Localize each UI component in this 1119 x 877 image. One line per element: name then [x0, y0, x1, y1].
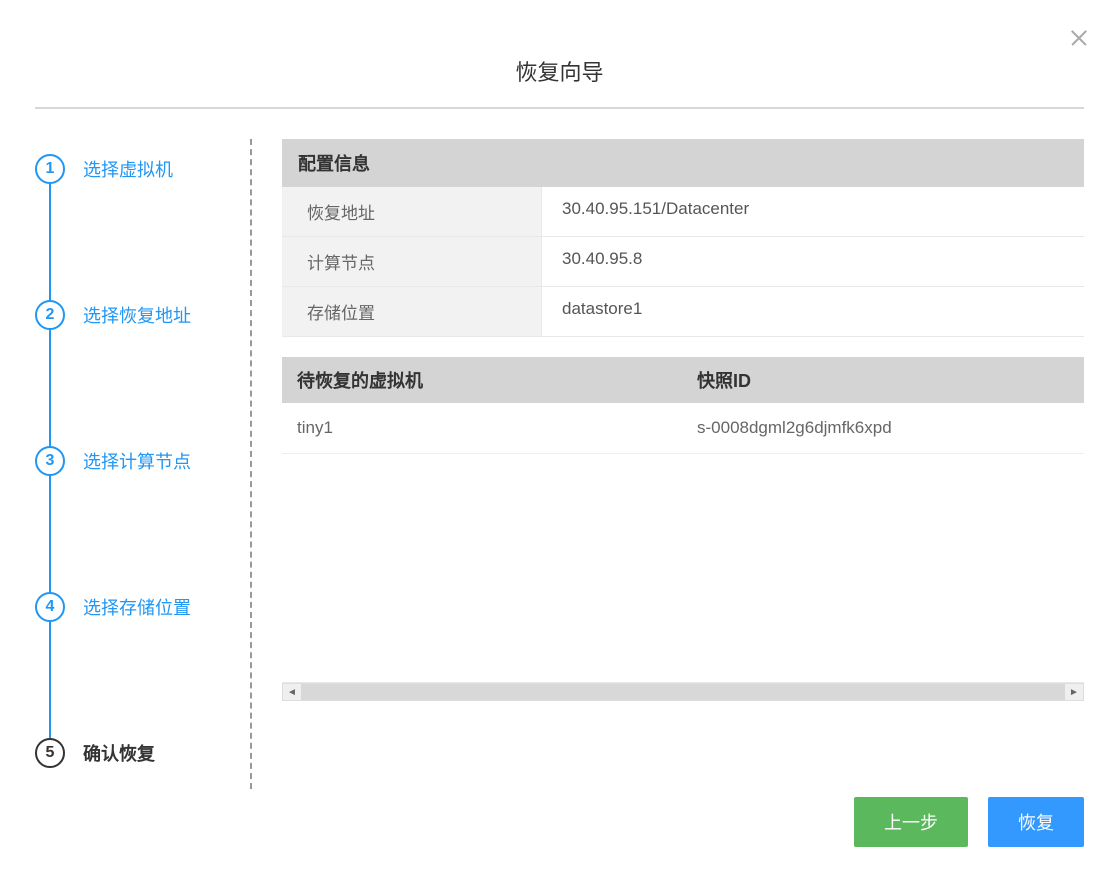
vm-table-header: 待恢复的虚拟机 快照ID: [282, 357, 1084, 403]
step-select-compute-node[interactable]: 3 选择计算节点: [35, 446, 240, 476]
column-header-vm: 待恢复的虚拟机: [297, 367, 697, 393]
step-select-restore-address[interactable]: 2 选择恢复地址: [35, 300, 240, 330]
config-row-compute-node: 计算节点 30.40.95.8: [282, 237, 1084, 287]
scroll-track[interactable]: [301, 684, 1065, 700]
dialog-body: 1 选择虚拟机 2 选择恢复地址 3 选择计算节点 4 选择存储位置 5 确认恢…: [35, 139, 1084, 789]
column-header-snapshot: 快照ID: [697, 367, 1069, 393]
table-row: tiny1 s-0008dgml2g6djmfk6xpd: [282, 403, 1084, 454]
divider: [35, 107, 1084, 109]
config-value: 30.40.95.8: [542, 237, 1084, 286]
previous-button[interactable]: 上一步: [854, 797, 968, 847]
step-confirm-restore[interactable]: 5 确认恢复: [35, 738, 240, 768]
config-row-restore-address: 恢复地址 30.40.95.151/Datacenter: [282, 187, 1084, 237]
step-select-vm[interactable]: 1 选择虚拟机: [35, 154, 240, 184]
scroll-left-icon[interactable]: ◄: [283, 684, 301, 700]
config-label: 计算节点: [282, 237, 542, 286]
step-number: 2: [35, 300, 65, 330]
config-label: 存储位置: [282, 287, 542, 336]
main-content: 配置信息 恢复地址 30.40.95.151/Datacenter 计算节点 3…: [282, 139, 1084, 789]
restore-wizard-dialog: 恢复向导 1 选择虚拟机 2 选择恢复地址 3 选择计算节点 4 选择存储位置 …: [0, 0, 1119, 877]
step-label: 确认恢复: [83, 740, 155, 766]
step-number: 4: [35, 592, 65, 622]
vm-table-body[interactable]: tiny1 s-0008dgml2g6djmfk6xpd: [282, 403, 1084, 683]
scroll-right-icon[interactable]: ►: [1065, 684, 1083, 700]
step-label: 选择虚拟机: [83, 156, 173, 182]
cell-snapshot-id: s-0008dgml2g6djmfk6xpd: [697, 418, 1069, 438]
close-icon[interactable]: [1069, 28, 1089, 48]
config-label: 恢复地址: [282, 187, 542, 236]
restore-button[interactable]: 恢复: [988, 797, 1084, 847]
dialog-title: 恢复向导: [35, 30, 1084, 107]
dialog-footer: 上一步 恢复: [854, 797, 1084, 847]
config-value: 30.40.95.151/Datacenter: [542, 187, 1084, 236]
vertical-separator: [250, 139, 252, 789]
step-number: 1: [35, 154, 65, 184]
horizontal-scrollbar[interactable]: ◄ ►: [282, 683, 1084, 701]
step-label: 选择恢复地址: [83, 302, 191, 328]
step-label: 选择计算节点: [83, 448, 191, 474]
step-label: 选择存储位置: [83, 594, 191, 620]
cell-vm-name: tiny1: [297, 418, 697, 438]
wizard-steps-sidebar: 1 选择虚拟机 2 选择恢复地址 3 选择计算节点 4 选择存储位置 5 确认恢…: [35, 139, 240, 789]
step-select-storage[interactable]: 4 选择存储位置: [35, 592, 240, 622]
config-row-storage: 存储位置 datastore1: [282, 287, 1084, 337]
config-value: datastore1: [542, 287, 1084, 336]
step-number: 3: [35, 446, 65, 476]
step-number: 5: [35, 738, 65, 768]
config-section-header: 配置信息: [282, 139, 1084, 187]
